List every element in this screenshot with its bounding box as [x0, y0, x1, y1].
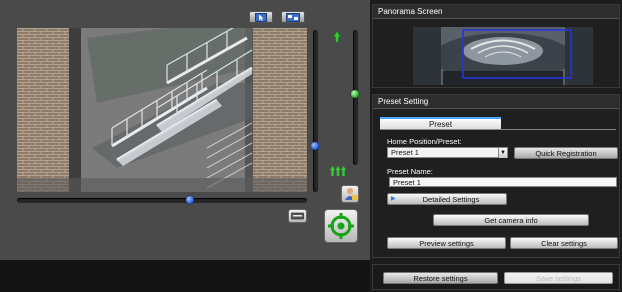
zoom-tele-icon[interactable] — [333, 31, 341, 42]
footer-panel: Restore settings Save settings — [372, 264, 620, 290]
chevron-down-icon[interactable]: ▼ — [498, 148, 507, 158]
detailed-settings-button[interactable]: ▶ Detailed Settings — [387, 193, 507, 205]
preview-settings-button[interactable]: Preview settings — [387, 237, 506, 249]
restore-settings-button[interactable]: Restore settings — [383, 272, 498, 284]
preset-name-input[interactable]: Preset 1 — [389, 177, 617, 187]
panorama-image[interactable] — [413, 27, 593, 85]
cursor-icon — [255, 13, 267, 22]
split-view-icon — [286, 13, 300, 22]
clear-settings-button[interactable]: Clear settings — [510, 237, 618, 249]
camera-image — [17, 28, 307, 192]
panorama-title: Panorama Screen — [373, 5, 619, 19]
home-position-select[interactable]: Preset 1 ▼ — [387, 147, 508, 158]
preset-setting-title: Preset Setting — [373, 95, 619, 109]
home-position-label: Home Position/Preset: — [387, 137, 462, 146]
pan-slider[interactable] — [17, 198, 307, 203]
camera-live-view[interactable] — [17, 28, 307, 192]
home-position-button[interactable] — [324, 209, 358, 243]
split-view-button[interactable] — [281, 11, 305, 23]
zoom-wide-icon[interactable] — [330, 166, 346, 176]
preset-setting-panel: Preset Setting Preset Home Position/Pres… — [372, 94, 620, 258]
home-position-value: Preset 1 — [391, 148, 419, 157]
zoom-slider-thumb[interactable] — [351, 89, 359, 98]
select-area-button[interactable] — [249, 11, 273, 23]
get-camera-info-button[interactable]: Get camera info — [433, 214, 589, 226]
panorama-panel: Panorama Screen — [372, 4, 620, 88]
tab-underline — [380, 129, 616, 130]
target-icon — [328, 213, 354, 239]
expand-arrow-icon: ▶ — [391, 196, 396, 202]
osd-toggle-button[interactable] — [288, 209, 307, 223]
quick-registration-button[interactable]: Quick Registration — [514, 147, 618, 159]
tilt-slider[interactable] — [313, 30, 318, 192]
camera-pane-footer — [0, 260, 370, 292]
person-detect-button[interactable] — [341, 185, 359, 203]
preset-name-label: Preset Name: — [387, 167, 433, 176]
save-settings-button[interactable]: Save settings — [504, 272, 613, 284]
person-icon — [345, 188, 357, 200]
screen-icon — [291, 212, 304, 220]
camera-control-pane — [0, 0, 370, 260]
detailed-settings-label: Detailed Settings — [422, 195, 480, 204]
panorama-picture — [413, 27, 593, 85]
